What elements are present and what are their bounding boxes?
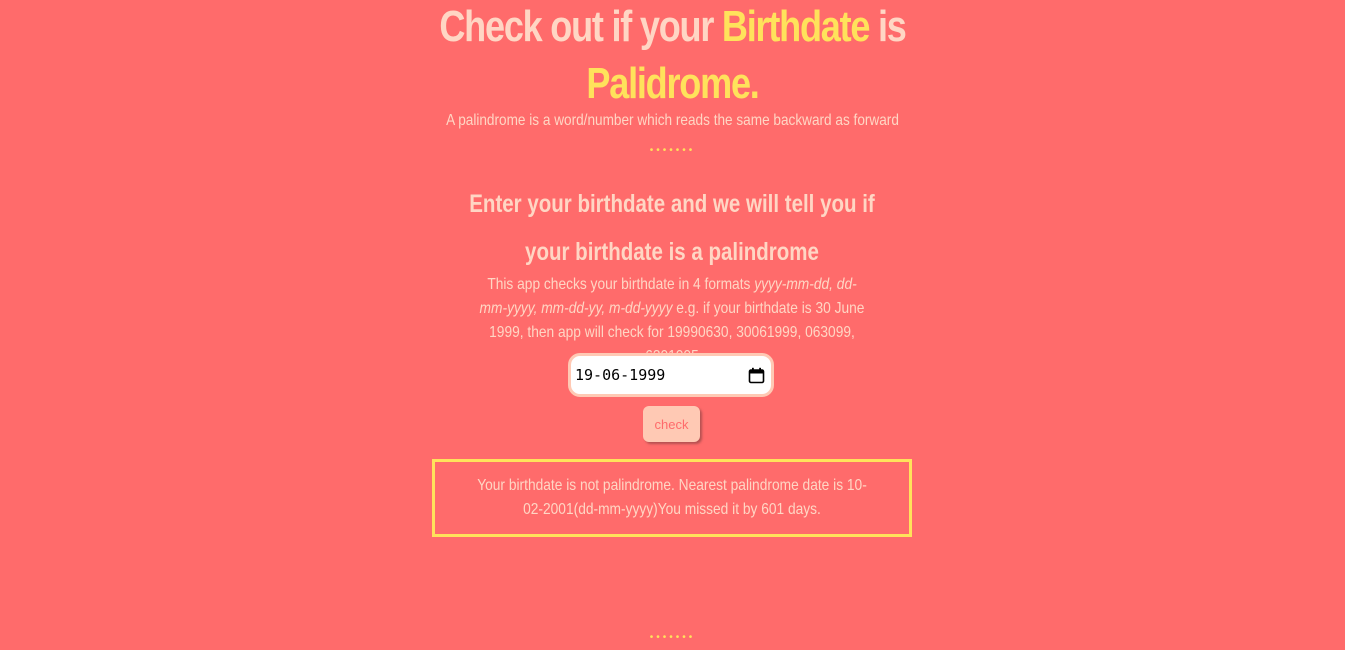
page: Check out if your Birthdate is Palidrome… bbox=[0, 0, 1345, 650]
title-text-2: is bbox=[869, 2, 907, 51]
check-button[interactable]: check bbox=[643, 406, 700, 442]
divider-dots-bottom: ••••••• bbox=[649, 632, 696, 643]
title-highlight-birthdate: Birthdate bbox=[721, 2, 871, 51]
result-message: Your birthdate is not palindrome. Neares… bbox=[477, 477, 867, 518]
title-text-1: Check out if your bbox=[439, 2, 722, 51]
description-intro: This app checks your birthdate in 4 form… bbox=[487, 276, 755, 293]
calendar-icon[interactable] bbox=[747, 366, 765, 384]
section-heading: Enter your birthdate and we will tell yo… bbox=[469, 190, 875, 266]
title-highlight-palidrome: Palidrome. bbox=[586, 59, 759, 108]
birthdate-value[interactable]: 19-06-1999 bbox=[575, 366, 747, 384]
divider-dots-top: ••••••• bbox=[649, 145, 696, 156]
page-title-line2: Palidrome. bbox=[121, 55, 1224, 112]
page-subtitle: A palindrome is a word/number which read… bbox=[446, 112, 899, 129]
birthdate-input[interactable]: 19-06-1999 bbox=[568, 353, 774, 397]
page-title-line1: Check out if your Birthdate is bbox=[121, 0, 1224, 55]
result-box: Your birthdate is not palindrome. Neares… bbox=[432, 459, 912, 537]
